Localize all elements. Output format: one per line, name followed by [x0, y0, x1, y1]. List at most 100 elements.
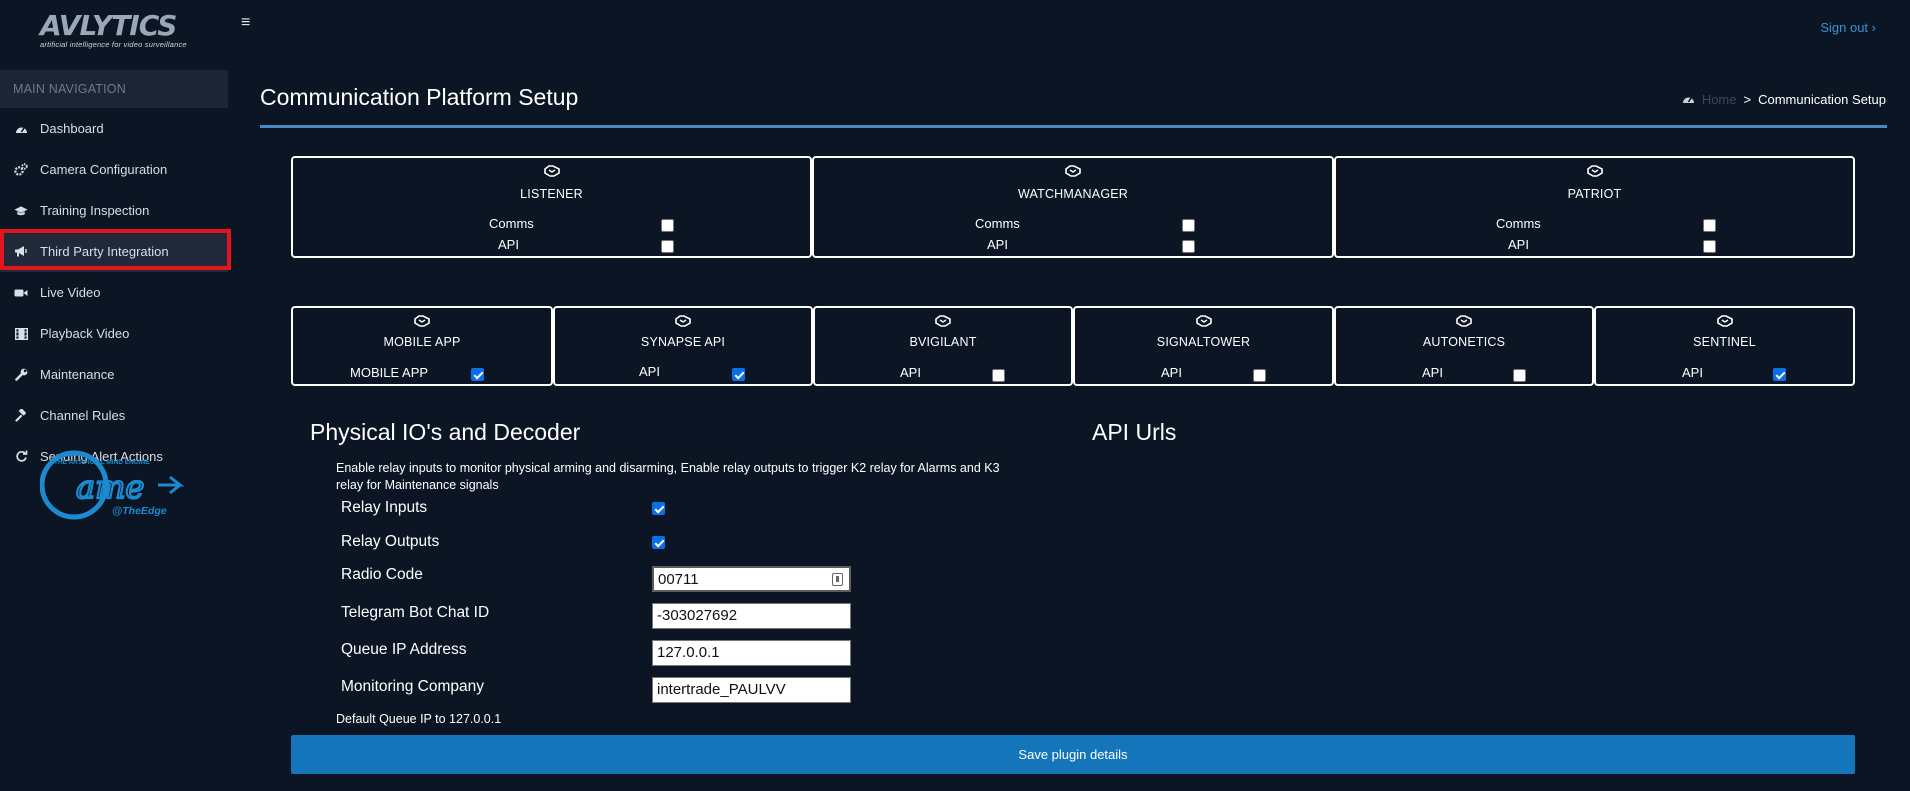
patriot-api-checkbox[interactable] [1703, 240, 1716, 253]
platform-name: AUTONETICS [1422, 335, 1506, 349]
platform-name: LISTENER [520, 187, 583, 201]
sidebar-item-third-party-integration[interactable]: Third Party Integration [0, 229, 231, 272]
listener-comms-checkbox[interactable] [661, 219, 674, 232]
dashboard-icon [14, 122, 28, 136]
film-icon [14, 327, 28, 341]
breadcrumb-home-link[interactable]: Home [1702, 92, 1737, 107]
breadcrumb: Home > Communication Setup [1682, 92, 1886, 107]
breadcrumb-separator: > [1743, 92, 1752, 107]
logo-tagline: artificial intelligence for video survei… [40, 40, 187, 49]
platform-name: WATCHMANAGER [1017, 187, 1129, 201]
comms-label: Comms [975, 216, 1020, 231]
api-label: API [1508, 237, 1529, 252]
platform-card-mobile-app: MOBILE APP MOBILE APP [291, 306, 553, 386]
sentinel-api-checkbox[interactable] [1773, 368, 1786, 381]
sign-out-link[interactable]: Sign out › [1820, 20, 1876, 35]
handshake-icon [1586, 164, 1603, 177]
queue-ip-label: Queue IP Address [341, 641, 467, 658]
avlytics-logo: AVLYTICS artificial intelligence for vid… [40, 12, 190, 50]
api-label: API [639, 364, 660, 379]
refresh-icon [14, 450, 28, 464]
sidebar-item-training-inspection[interactable]: Training Inspection [0, 190, 228, 231]
listener-api-checkbox[interactable] [661, 240, 674, 253]
comms-label: Comms [489, 216, 534, 231]
sidebar-item-label: Maintenance [40, 367, 115, 382]
platform-name: SYNAPSE API [640, 335, 726, 349]
telegram-chat-id-label: Telegram Bot Chat ID [341, 604, 490, 621]
title-divider [260, 125, 1887, 128]
mobile-app-checkbox[interactable] [471, 368, 484, 381]
mobile-app-label: MOBILE APP [350, 365, 429, 380]
handshake-icon [414, 314, 430, 327]
telegram-chat-id-input[interactable]: -303027692 [652, 603, 851, 629]
ame-logo-top-text: THE ARTIFICIAL MIND ENGINE [54, 459, 150, 466]
comms-label: Comms [1496, 216, 1541, 231]
hamburger-icon[interactable]: ≡ [241, 14, 250, 32]
sidebar-item-live-video[interactable]: Live Video [0, 272, 228, 313]
breadcrumb-current: Communication Setup [1758, 92, 1886, 107]
dashboard-icon [1682, 92, 1695, 107]
queue-ip-note: Default Queue IP to 127.0.0.1 [336, 712, 502, 726]
sidebar-item-label: Channel Rules [40, 408, 126, 423]
sidebar-item-channel-rules[interactable]: Channel Rules [0, 395, 228, 436]
gavel-icon [14, 409, 28, 423]
sidebar-item-dashboard[interactable]: Dashboard [0, 108, 228, 149]
watchmanager-comms-checkbox[interactable] [1182, 219, 1195, 232]
platform-card-signaltower: SIGNALTOWER API [1073, 306, 1334, 386]
ame-logo-mark: ame [76, 468, 144, 506]
platform-card-patriot: PATRIOT Comms API [1334, 156, 1855, 258]
sidebar-item-camera-configuration[interactable]: Camera Configuration [0, 149, 228, 190]
api-label: API [498, 237, 519, 252]
relay-inputs-checkbox[interactable] [652, 502, 665, 515]
radio-code-label: Radio Code [341, 566, 423, 583]
video-camera-icon [14, 286, 28, 300]
wrench-icon [14, 368, 28, 382]
relay-inputs-label: Relay Inputs [341, 499, 428, 516]
megaphone-icon [14, 245, 28, 259]
radio-code-input[interactable]: 00711 [652, 566, 851, 592]
ame-logo-bottom-text: @TheEdge [112, 505, 167, 517]
sidebar-item-label: Third Party Integration [40, 244, 169, 259]
handshake-icon [935, 314, 951, 327]
platform-card-autonetics: AUTONETICS API [1334, 306, 1594, 386]
api-label: API [987, 237, 1008, 252]
api-label: API [900, 365, 921, 380]
sidebar-item-label: Training Inspection [40, 203, 150, 218]
api-label: API [1422, 365, 1443, 380]
handshake-icon [1716, 314, 1733, 327]
autonetics-api-checkbox[interactable] [1513, 369, 1526, 382]
platform-card-synapse-api: SYNAPSE API API [553, 306, 813, 386]
queue-ip-input[interactable]: 127.0.0.1 [652, 640, 851, 666]
platform-name: BVIGILANT [909, 335, 977, 349]
sidebar-item-playback-video[interactable]: Playback Video [0, 313, 228, 354]
api-label: API [1161, 365, 1182, 380]
graduation-cap-icon [14, 204, 28, 218]
watchmanager-api-checkbox[interactable] [1182, 240, 1195, 253]
cogs-icon [14, 163, 28, 177]
relay-outputs-checkbox[interactable] [652, 536, 665, 549]
monitoring-company-label: Monitoring Company [341, 678, 485, 695]
handshake-icon [1065, 164, 1081, 177]
physical-io-title: Physical IO's and Decoder [310, 419, 581, 445]
handshake-icon [1195, 314, 1212, 327]
sidebar-item-label: Live Video [40, 285, 101, 300]
sidebar-item-label: Playback Video [40, 326, 130, 341]
save-plugin-details-button[interactable]: Save plugin details [291, 735, 1855, 774]
signaltower-api-checkbox[interactable] [1253, 369, 1266, 382]
sidebar-item-label: Camera Configuration [40, 162, 168, 177]
handshake-icon [675, 314, 691, 327]
sidebar-item-label: Dashboard [40, 121, 104, 136]
nav-header: MAIN NAVIGATION [0, 70, 228, 108]
handshake-icon [543, 164, 560, 177]
bvigilant-api-checkbox[interactable] [992, 369, 1005, 382]
platform-card-watchmanager: WATCHMANAGER Comms API [812, 156, 1334, 258]
api-label: API [1682, 365, 1703, 380]
sidebar-item-maintenance[interactable]: Maintenance [0, 354, 228, 395]
platform-card-sentinel: SENTINEL API [1594, 306, 1855, 386]
ame-logo: THE ARTIFICIAL MIND ENGINE ame @TheEdge [39, 440, 190, 532]
physical-io-description: Enable relay inputs to monitor physical … [336, 461, 1000, 492]
patriot-comms-checkbox[interactable] [1703, 219, 1716, 232]
synapse-api-checkbox[interactable] [732, 368, 745, 381]
password-manager-icon[interactable] [832, 573, 843, 586]
monitoring-company-input[interactable]: intertrade_PAULVV [652, 677, 851, 703]
